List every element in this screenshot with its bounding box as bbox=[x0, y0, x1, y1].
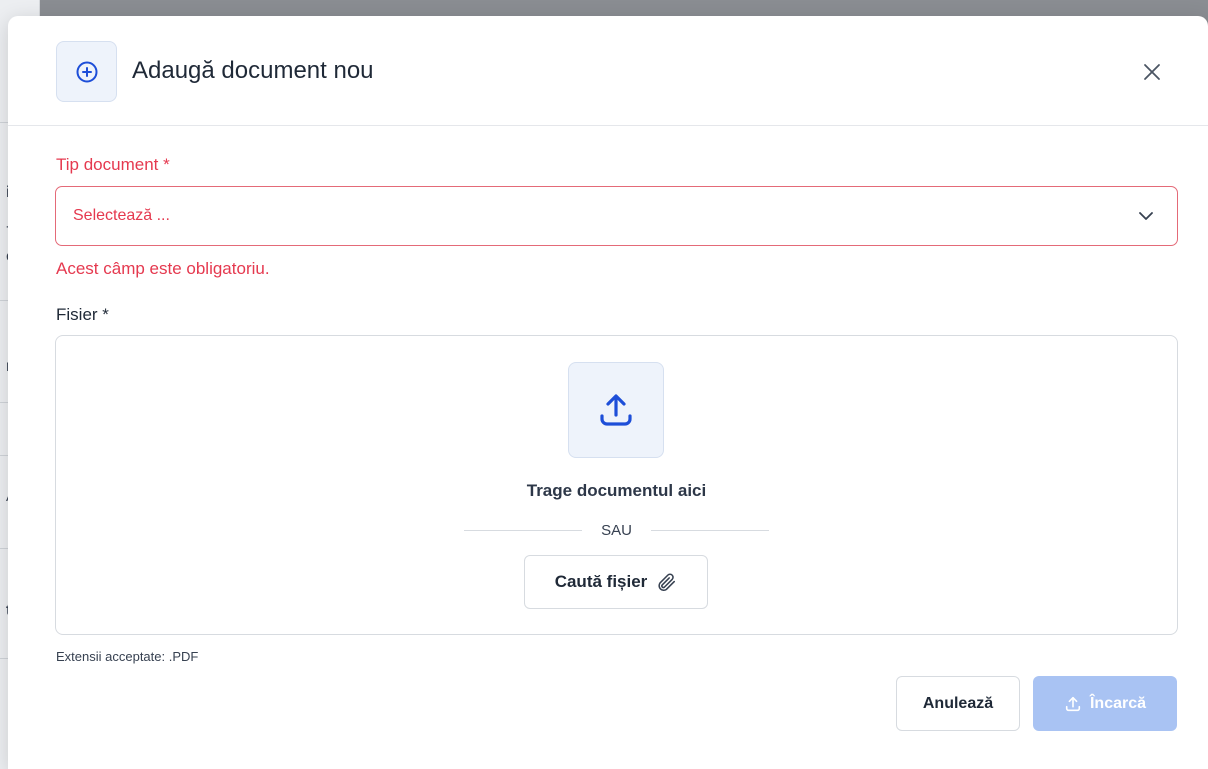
close-icon bbox=[1144, 64, 1160, 80]
cancel-button[interactable]: Anulează bbox=[896, 676, 1020, 731]
or-divider: SAU bbox=[464, 520, 769, 540]
accepted-extensions: Extensii acceptate: .PDF bbox=[56, 649, 199, 664]
file-dropzone[interactable]: Trage documentul aici SAU Caută fișier bbox=[55, 335, 1178, 635]
document-type-label: Tip document * bbox=[56, 155, 170, 174]
add-document-modal: Adaugă document nou Tip document * Selec… bbox=[8, 16, 1208, 769]
document-type-placeholder: Selectează ... bbox=[73, 207, 170, 224]
upload-button-label: Încarcă bbox=[1089, 694, 1147, 712]
modal-title: Adaugă document nou bbox=[132, 57, 374, 84]
divider-line bbox=[651, 530, 769, 531]
upload-icon bbox=[1065, 696, 1081, 711]
document-type-select[interactable]: Selectează ... bbox=[55, 186, 1178, 246]
drag-text: Trage documentul aici bbox=[526, 481, 707, 500]
document-type-error: Acest câmp este obligatoriu. bbox=[56, 259, 270, 278]
file-label: Fisier * bbox=[56, 305, 109, 324]
modal-header: Adaugă document nou bbox=[8, 16, 1208, 126]
chevron-down-icon bbox=[1137, 207, 1155, 230]
browse-file-label: Caută fișier bbox=[554, 572, 648, 591]
upload-button[interactable]: Încarcă bbox=[1033, 676, 1177, 731]
plus-circle-icon bbox=[56, 41, 117, 102]
upload-icon bbox=[568, 362, 664, 458]
paperclip-icon bbox=[658, 573, 676, 592]
close-button[interactable] bbox=[1136, 56, 1168, 88]
browse-file-button[interactable]: Caută fișier bbox=[524, 555, 708, 609]
